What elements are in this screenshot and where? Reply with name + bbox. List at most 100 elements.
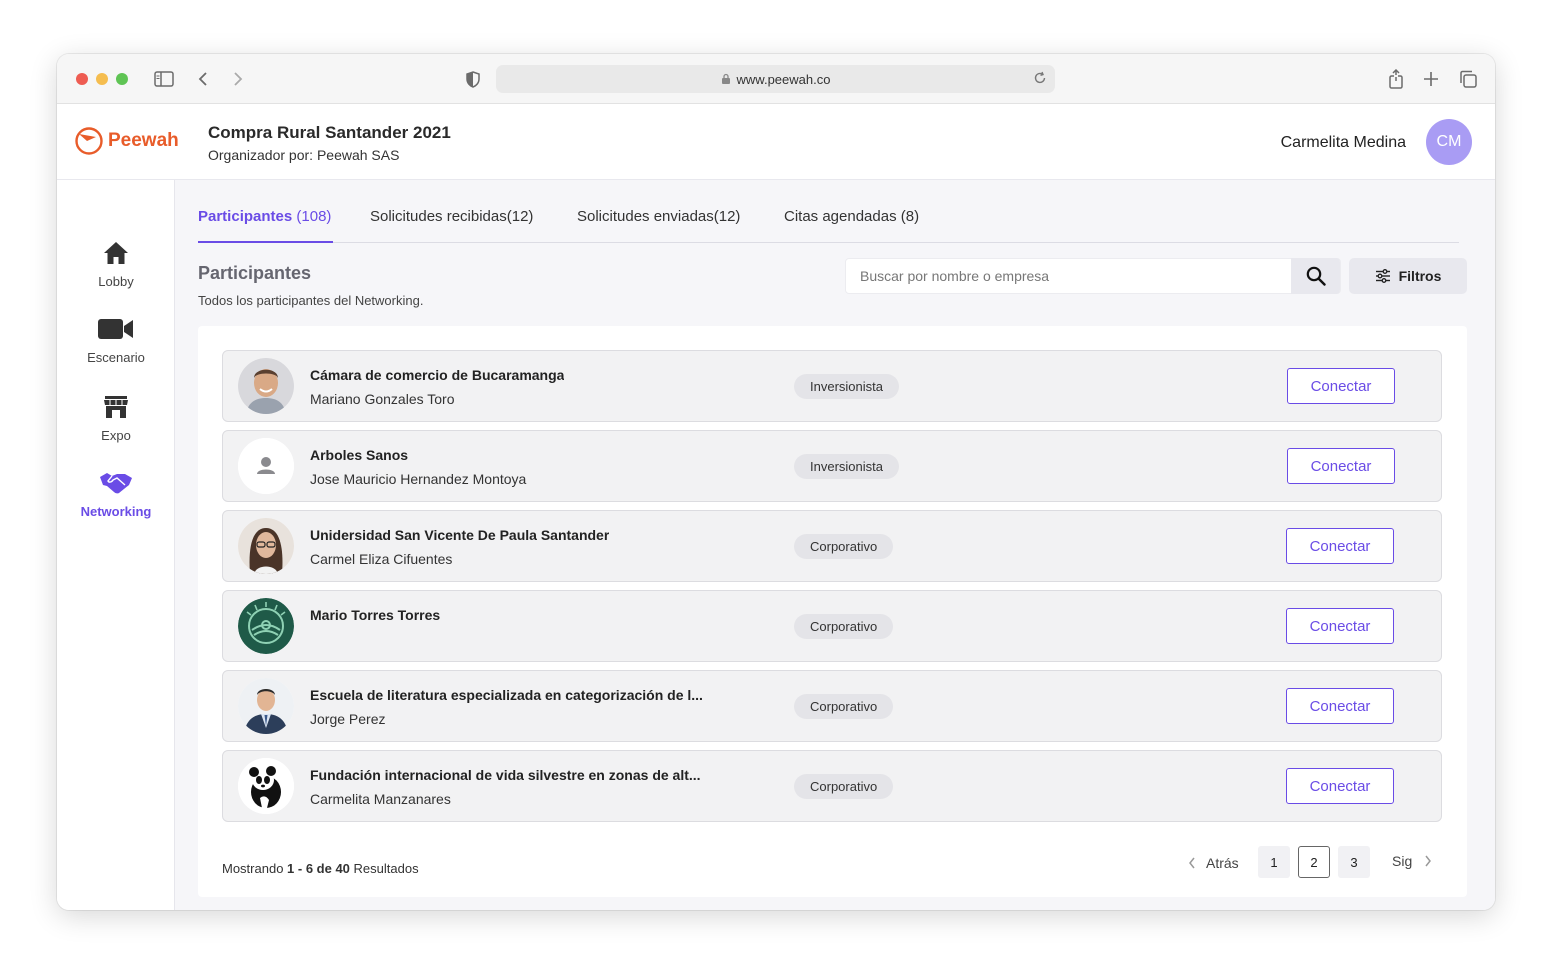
section-title: Participantes — [198, 263, 312, 283]
shield-icon[interactable] — [461, 67, 485, 91]
tab-label: Participantes — [198, 208, 293, 225]
minimize-window-button[interactable] — [96, 73, 108, 85]
participant-name: Carmel Eliza Cifuentes — [310, 551, 453, 567]
next-label: Sig — [1392, 853, 1413, 869]
active-tab-indicator — [198, 241, 333, 243]
participant-type-badge: Inversionista — [794, 374, 899, 399]
home-icon — [103, 238, 129, 268]
participant-row: Arboles Sanos Jose Mauricio Hernandez Mo… — [222, 430, 1442, 502]
results-summary: Mostrando 1 - 6 de 40 Resultados — [222, 861, 419, 876]
sidebar: Lobby Escenario Expo Networking — [57, 180, 175, 910]
pagination: Atrás 1 2 3 Sig — [1188, 845, 1438, 879]
section-subtitle: Todos los participantes del Networking. — [198, 293, 424, 308]
participant-row: Cámara de comercio de Bucaramanga Marian… — [222, 350, 1442, 422]
participant-type-badge: Corporativo — [794, 534, 894, 559]
tab-solicitudes-recibidas[interactable]: Solicitudes recibidas(12) — [370, 208, 533, 225]
participant-avatar — [238, 518, 294, 574]
user-name[interactable]: Carmelita Medina — [1281, 134, 1406, 152]
tab-solicitudes-enviadas[interactable]: Solicitudes enviadas(12) — [577, 208, 740, 225]
sidebar-item-escenario[interactable]: Escenario — [57, 314, 175, 365]
tab-citas-agendadas[interactable]: Citas agendadas (8) — [784, 208, 919, 225]
green-emblem-logo — [238, 598, 294, 654]
participant-avatar — [238, 358, 294, 414]
participant-name: Mariano Gonzales Toro — [310, 391, 455, 407]
browser-toolbar: www.peewah.co — [57, 54, 1495, 104]
sidebar-toggle-icon[interactable] — [152, 67, 176, 91]
back-icon[interactable] — [191, 67, 215, 91]
search-input[interactable] — [846, 259, 1292, 293]
filter-button[interactable]: Filtros — [1349, 258, 1467, 294]
results-range: 1 - 6 de 40 — [287, 861, 350, 876]
participant-type-badge: Corporativo — [794, 694, 894, 719]
main-content: Participantes (108) Solicitudes recibida… — [175, 180, 1495, 910]
event-title: Compra Rural Santander 2021 — [208, 123, 451, 142]
connect-button[interactable]: Conectar — [1286, 528, 1394, 564]
page-button-2[interactable]: 2 — [1298, 846, 1330, 878]
prev-page-button[interactable]: Atrás — [1188, 855, 1239, 871]
connect-button[interactable]: Conectar — [1286, 688, 1394, 724]
address-bar[interactable]: www.peewah.co — [496, 65, 1055, 93]
sidebar-item-label: Escenario — [87, 350, 145, 365]
participant-avatar — [238, 678, 294, 734]
chevron-left-icon — [1188, 857, 1196, 869]
sidebar-item-networking[interactable]: Networking — [57, 468, 175, 519]
participants-panel: Cámara de comercio de Bucaramanga Marian… — [198, 326, 1467, 897]
sidebar-item-label: Lobby — [98, 274, 134, 289]
participant-name: Jose Mauricio Hernandez Montoya — [310, 471, 527, 487]
user-avatar[interactable]: CM — [1426, 119, 1472, 165]
participant-type-badge: Inversionista — [794, 454, 899, 479]
filter-label: Filtros — [1398, 268, 1442, 284]
default-user-icon — [238, 438, 294, 494]
tab-overview-icon[interactable] — [1456, 67, 1480, 91]
participant-org: Escuela de literatura especializada en c… — [310, 687, 703, 703]
peewah-logo[interactable]: Peewah — [74, 126, 179, 156]
participant-avatar — [238, 598, 294, 654]
video-camera-icon — [98, 314, 134, 344]
url-text: www.peewah.co — [736, 71, 831, 87]
participant-avatar — [238, 758, 294, 814]
participant-row: Unidersidad San Vicente De Paula Santand… — [222, 510, 1442, 582]
reload-icon[interactable] — [1033, 71, 1047, 85]
close-window-button[interactable] — [76, 73, 88, 85]
chevron-right-icon — [1424, 855, 1432, 867]
participant-type-badge: Corporativo — [794, 774, 894, 799]
sidebar-item-expo[interactable]: Expo — [57, 392, 175, 443]
search-icon — [1306, 266, 1326, 286]
participant-row: Fundación internacional de vida silvestr… — [222, 750, 1442, 822]
handshake-icon — [99, 468, 133, 498]
forward-icon[interactable] — [226, 67, 250, 91]
participant-row: Escuela de literatura especializada en c… — [222, 670, 1442, 742]
connect-button[interactable]: Conectar — [1287, 448, 1395, 484]
panda-logo — [238, 758, 294, 814]
participant-row: Mario Torres Torres Corporativo Conectar — [222, 590, 1442, 662]
tab-bar: Participantes (108) Solicitudes recibida… — [198, 180, 1459, 243]
sidebar-item-label: Expo — [101, 428, 131, 443]
page-button-1[interactable]: 1 — [1258, 846, 1290, 878]
app-header: Peewah Compra Rural Santander 2021 Organ… — [57, 104, 1495, 180]
maximize-window-button[interactable] — [116, 73, 128, 85]
tab-participantes[interactable]: Participantes (108) — [198, 208, 331, 225]
participant-org: Mario Torres Torres — [310, 607, 441, 623]
page-button-3[interactable]: 3 — [1338, 846, 1370, 878]
participant-org: Fundación internacional de vida silvestr… — [310, 767, 701, 783]
connect-button[interactable]: Conectar — [1286, 768, 1394, 804]
logo-text: Peewah — [108, 130, 179, 151]
sidebar-item-label: Networking — [80, 504, 152, 519]
prev-label: Atrás — [1206, 855, 1239, 871]
peewah-logo-icon — [75, 127, 103, 155]
new-tab-icon[interactable] — [1419, 67, 1443, 91]
lock-icon — [721, 73, 731, 85]
participant-org: Unidersidad San Vicente De Paula Santand… — [310, 527, 610, 543]
participant-name: Jorge Perez — [310, 711, 386, 727]
next-page-button[interactable]: Sig — [1392, 853, 1432, 869]
participant-org: Cámara de comercio de Bucaramanga — [310, 367, 565, 383]
search-box — [845, 258, 1341, 294]
search-button[interactable] — [1291, 258, 1340, 294]
storefront-icon — [103, 392, 129, 422]
connect-button[interactable]: Conectar — [1286, 608, 1394, 644]
results-suffix: Resultados — [349, 861, 419, 876]
sidebar-item-lobby[interactable]: Lobby — [57, 238, 175, 289]
connect-button[interactable]: Conectar — [1287, 368, 1395, 404]
browser-window: www.peewah.co Peewah Compra Rural Santan… — [57, 54, 1495, 910]
share-icon[interactable] — [1384, 67, 1408, 91]
